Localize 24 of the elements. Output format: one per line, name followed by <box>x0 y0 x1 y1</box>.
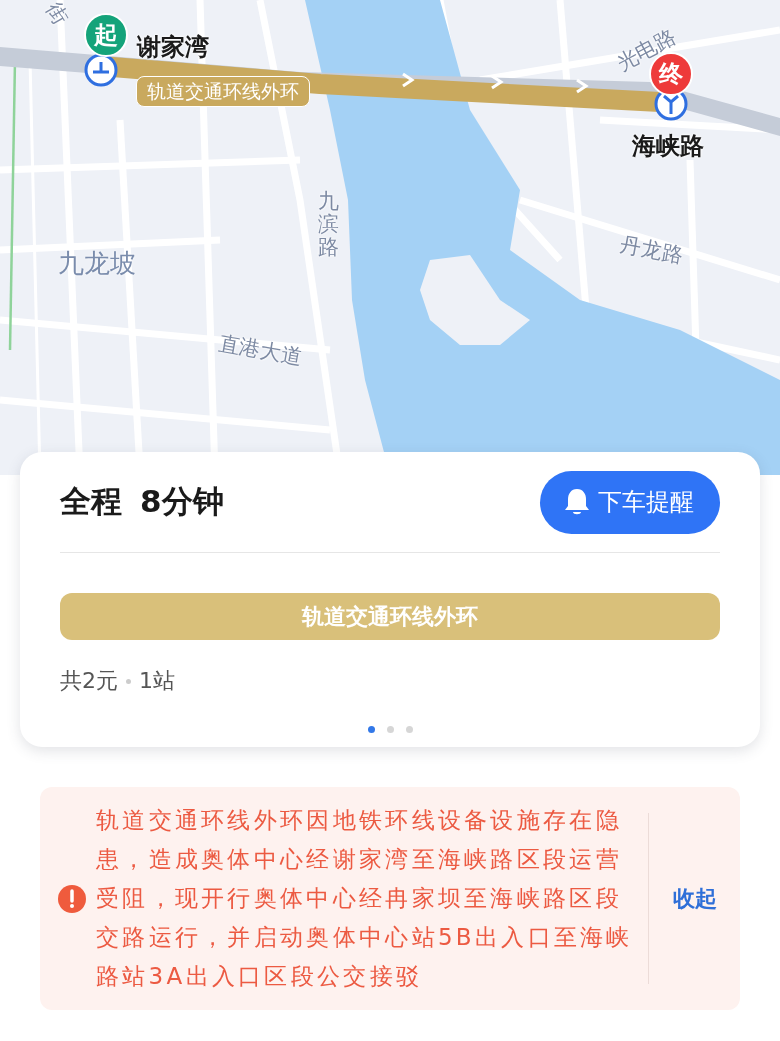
station-name: 谢家湾 <box>137 35 209 59</box>
notice-text: 轨道交通环线外环因地铁环线设备设施存在隐患，造成奥体中心经谢家湾至海峡路区段运营受阻，现开行奥体中心经冉家坝至海峡路区段交路运行，并启动奥体中心站5B出入口至海峡路站3A出入口区段公交接驳 <box>96 806 634 991</box>
station-icon <box>84 53 118 87</box>
road-label: 丹龙路 <box>618 234 685 267</box>
road-label: 街 <box>42 0 71 28</box>
road-label: 直港大道 <box>216 332 304 369</box>
collapse-link[interactable]: 收起 <box>649 883 740 914</box>
page-dot[interactable] <box>386 726 394 733</box>
bell-icon <box>564 487 590 517</box>
trip-duration: 8分钟 <box>140 482 224 521</box>
start-marker: 起 <box>84 13 128 57</box>
trip-label: 全程 <box>60 482 122 521</box>
route-label: 轨道交通环线外环 <box>136 76 310 107</box>
road-label: 九滨路 <box>318 190 339 260</box>
page-dot[interactable] <box>405 726 413 733</box>
separator-dot <box>126 678 131 684</box>
district-label: 九龙坡 <box>58 250 136 276</box>
line-bar: 轨道交通环线外环 <box>60 593 720 640</box>
station-name: 海峡路 <box>632 134 704 158</box>
warning-icon <box>58 884 86 913</box>
page-dot[interactable] <box>367 726 375 733</box>
fare: 共2元 <box>60 667 118 695</box>
stop-count: 1站 <box>139 667 175 695</box>
alight-reminder-button[interactable]: 下车提醒 <box>540 470 720 534</box>
